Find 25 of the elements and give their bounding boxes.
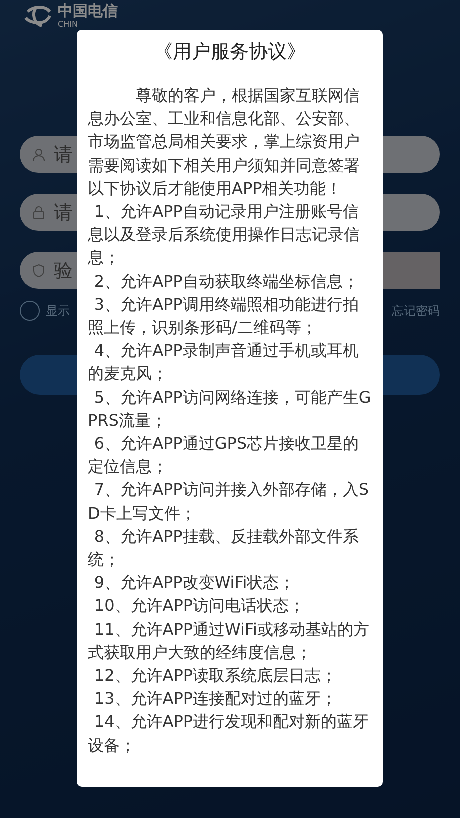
agreement-item: 3、允许APP调用终端照相功能进行拍照上传，识别条形码/二维码等；	[88, 294, 360, 340]
checkbox-label: 显示	[46, 302, 70, 320]
intro-paragraph: 尊敬的客户，根据国家互联网信息办公室、工业和信息化部、公安部、市场监管总局相关要求，掌上综资用户需要阅读如下相关用户须知并同意签署以下协议后才能使用APP相关功能！	[88, 85, 361, 200]
agreement-item: 10、允许APP访问电话状态；	[93, 595, 306, 618]
forgot-password-link[interactable]: 忘记密码	[392, 302, 440, 320]
agreement-item: 13、允许APP连接配对过的蓝牙；	[93, 688, 338, 710]
agreement-item: 4、允许APP录制声音通过手机或耳机的麦克风；	[88, 340, 360, 386]
lock-icon	[32, 206, 46, 220]
agreement-item: 1、允许APP自动记录用户注册账号信息以及登录后系统使用操作日志记录信息；	[88, 201, 361, 270]
user-icon	[32, 148, 46, 162]
agreement-item: 14、允许APP进行发现和配对新的蓝牙设备；	[88, 711, 370, 757]
agreement-item: 8、允许APP挂载、反挂载外部文件系统；	[88, 526, 360, 572]
dialog-title: 《用户服务协议》	[153, 40, 307, 65]
logo-text: 中国电信	[58, 2, 118, 20]
logo-subtext: CHIN	[58, 20, 79, 30]
logo-icon	[24, 4, 52, 28]
agreement-item: 2、允许APP自动获取终端坐标信息；	[93, 270, 360, 293]
agreement-item: 6、允许APP通过GPS芯片接收卫星的定位信息；	[88, 433, 360, 478]
checkbox[interactable]	[20, 301, 40, 321]
agreement-item: 11、允许APP通过WiFi或移动基站的方式获取用户大致的经纬度信息；	[88, 618, 370, 664]
agreement-item: 5、允许APP访问网络连接，可能产生GPRS流量；	[88, 386, 372, 432]
agreement-item: 9、允许APP改变WiFi状态；	[93, 572, 296, 594]
agreement-item: 7、允许APP访问并接入外部存储，入SD卡上写文件；	[88, 479, 370, 525]
agreement-item: 12、允许APP读取系统底层日志；	[93, 665, 338, 688]
shield-icon	[32, 264, 46, 278]
